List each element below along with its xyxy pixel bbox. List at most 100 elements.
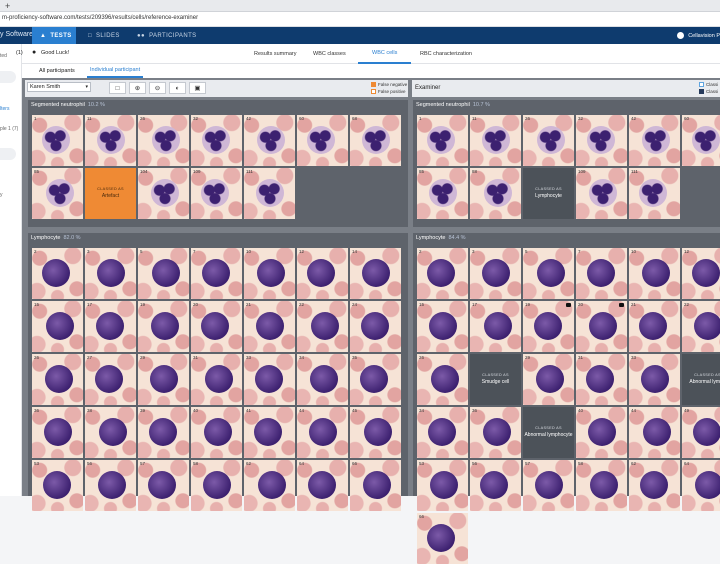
cell-image[interactable]: 5: [138, 248, 189, 299]
cell-image[interactable]: 49: [682, 407, 720, 458]
cell-image[interactable]: 29: [138, 354, 189, 405]
cell-image[interactable]: 66: [417, 513, 468, 564]
cell-image[interactable]: 2: [32, 248, 83, 299]
cell-image[interactable]: 22: [297, 301, 348, 352]
plus-icon[interactable]: +: [5, 1, 10, 11]
classed-cell[interactable]: CLASSED AS Artefact: [85, 168, 136, 219]
cell-image[interactable]: 11: [85, 115, 136, 166]
cell-image[interactable]: 33: [244, 354, 295, 405]
participant-select[interactable]: Karen Smith ▾: [27, 82, 91, 92]
cell-image[interactable]: 32: [191, 115, 242, 166]
tab-wbc-classes[interactable]: WBC classes: [313, 44, 346, 64]
cell-image[interactable]: 26: [417, 354, 468, 405]
cell-image[interactable]: 60: [297, 115, 348, 166]
cell-image[interactable]: 15: [417, 301, 468, 352]
comment-icon[interactable]: □: [109, 82, 126, 94]
cell-image[interactable]: 34: [297, 354, 348, 405]
cell-image[interactable]: 40: [191, 407, 242, 458]
tab-individual-participant[interactable]: Individual participant: [87, 64, 144, 78]
cell-image[interactable]: 44: [297, 407, 348, 458]
sidebar-field[interactable]: [0, 148, 16, 160]
cell-image[interactable]: 17: [85, 301, 136, 352]
cell-image[interactable]: 20: [191, 301, 242, 352]
classed-cell[interactable]: CLASSED AS Smudge cell: [470, 354, 521, 405]
cell-image[interactable]: 57: [523, 460, 574, 511]
comment-icon[interactable]: [619, 303, 624, 307]
cell-image[interactable]: 60: [682, 115, 720, 166]
cell-image[interactable]: 24: [350, 301, 401, 352]
cell-image[interactable]: 29: [523, 354, 574, 405]
cell-image[interactable]: 34: [417, 407, 468, 458]
tab-all-participants[interactable]: All participants: [36, 64, 78, 78]
cell-image[interactable]: 22: [682, 301, 720, 352]
cell-image[interactable]: 42: [244, 115, 295, 166]
cell-image[interactable]: 5: [523, 248, 574, 299]
cell-image[interactable]: 62: [244, 460, 295, 511]
cell-image[interactable]: 10: [244, 248, 295, 299]
cell-image[interactable]: 12: [682, 248, 720, 299]
cell-image[interactable]: 58: [191, 460, 242, 511]
cell-image[interactable]: 45: [350, 407, 401, 458]
tab-slides[interactable]: □ SLIDES: [88, 27, 120, 44]
cell-image[interactable]: 7: [191, 248, 242, 299]
cell-image[interactable]: 53: [32, 460, 83, 511]
cell-image[interactable]: 27: [85, 354, 136, 405]
classed-cell[interactable]: CLASSED AS Abnormal lymph: [682, 354, 720, 405]
cell-image[interactable]: 19: [138, 301, 189, 352]
zoom-in-icon[interactable]: ⊕: [129, 82, 146, 94]
cell-image[interactable]: 15: [32, 301, 83, 352]
cell-image[interactable]: 44: [629, 407, 680, 458]
cell-image[interactable]: 53: [417, 460, 468, 511]
address-bar[interactable]: m-proficiency-software.com/tests/209396/…: [0, 12, 720, 27]
cell-image[interactable]: 57: [138, 460, 189, 511]
cell-image[interactable]: 35: [350, 354, 401, 405]
cell-image[interactable]: 68: [350, 115, 401, 166]
sidebar-link-filters[interactable]: lters: [0, 106, 9, 112]
cell-image[interactable]: 104: [138, 168, 189, 219]
tab-results-summary[interactable]: Results summary: [254, 44, 296, 64]
cell-image[interactable]: 26: [523, 115, 574, 166]
cell-image[interactable]: 11: [470, 115, 521, 166]
tab-tests[interactable]: ▲ TESTS: [32, 27, 76, 44]
contrast-icon[interactable]: ◐: [169, 82, 186, 94]
cell-image[interactable]: 56: [85, 460, 136, 511]
cell-image[interactable]: 88: [470, 168, 521, 219]
cell-image[interactable]: 109: [576, 168, 627, 219]
cell-image[interactable]: 36: [470, 407, 521, 458]
cell-image[interactable]: 64: [297, 460, 348, 511]
cell-image[interactable]: 19: [523, 301, 574, 352]
cell-image[interactable]: 26: [138, 115, 189, 166]
user-menu[interactable]: Cellavision P: [677, 27, 720, 44]
cell-image[interactable]: 3: [470, 248, 521, 299]
cell-image[interactable]: 42: [629, 115, 680, 166]
cell-image[interactable]: 17: [470, 301, 521, 352]
cell-image[interactable]: 40: [576, 407, 627, 458]
classed-cell[interactable]: CLASSED AS Abnormal lymphocyte: [523, 407, 574, 458]
cell-image[interactable]: 32: [576, 115, 627, 166]
cell-image[interactable]: 33: [629, 354, 680, 405]
classed-cell[interactable]: CLASSED AS Lymphocyte: [523, 168, 574, 219]
cell-image[interactable]: 21: [244, 301, 295, 352]
comment-icon[interactable]: [566, 303, 571, 307]
cell-image[interactable]: 14: [350, 248, 401, 299]
tab-rbc-characterization[interactable]: RBC characterization: [420, 44, 472, 64]
zoom-out-icon[interactable]: ⊖: [149, 82, 166, 94]
cell-image[interactable]: 7: [576, 248, 627, 299]
cell-image[interactable]: 20: [576, 301, 627, 352]
cell-image[interactable]: 2: [417, 248, 468, 299]
cell-image[interactable]: 1: [32, 115, 83, 166]
cell-image[interactable]: 58: [576, 460, 627, 511]
cell-image[interactable]: 109: [191, 168, 242, 219]
cell-image[interactable]: 36: [32, 407, 83, 458]
cell-image[interactable]: 21: [629, 301, 680, 352]
cell-image[interactable]: 26: [32, 354, 83, 405]
cell-image[interactable]: 85: [417, 168, 468, 219]
cell-image[interactable]: 12: [297, 248, 348, 299]
cell-image[interactable]: 38: [85, 407, 136, 458]
cell-image[interactable]: 66: [350, 460, 401, 511]
cell-image[interactable]: 85: [32, 168, 83, 219]
cell-image[interactable]: 62: [629, 460, 680, 511]
cell-image[interactable]: 39: [138, 407, 189, 458]
cell-image[interactable]: 31: [191, 354, 242, 405]
cell-image[interactable]: 31: [576, 354, 627, 405]
